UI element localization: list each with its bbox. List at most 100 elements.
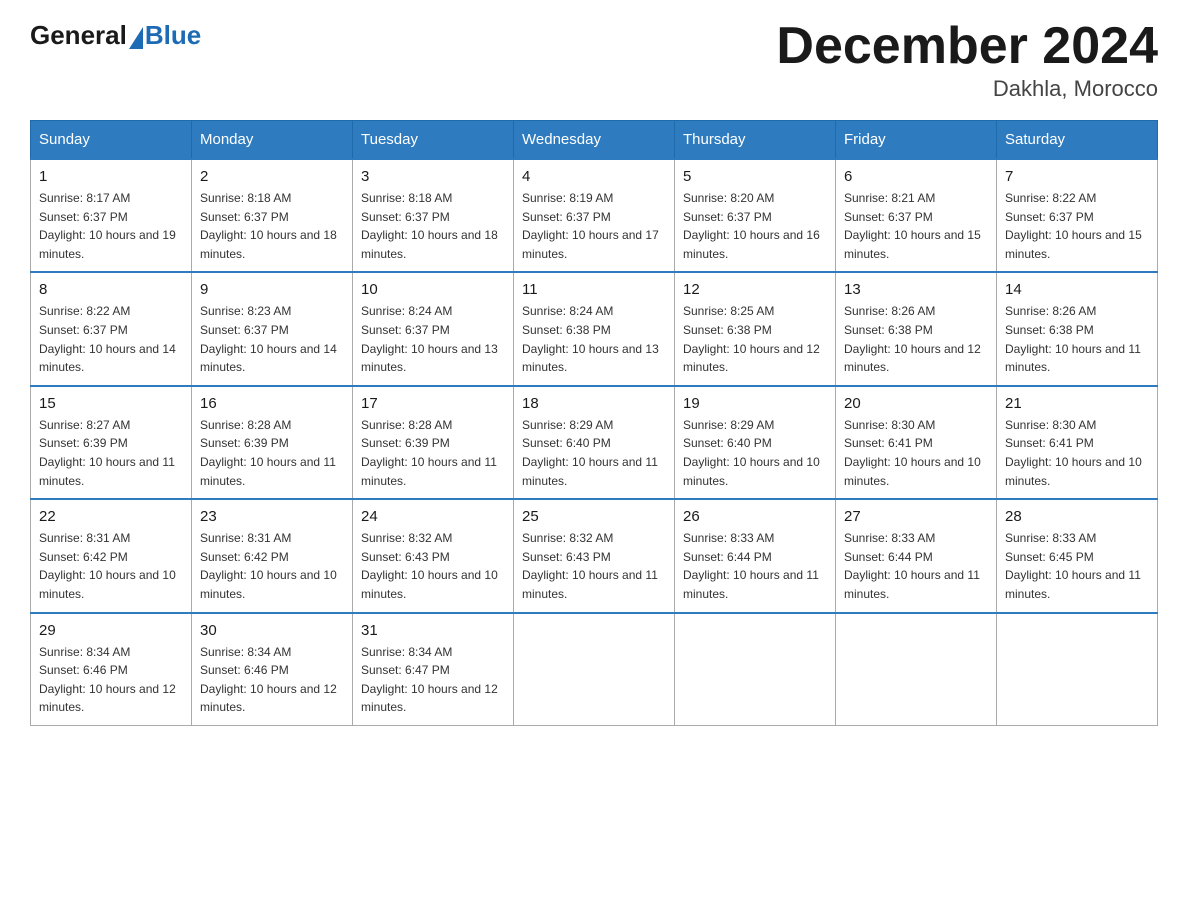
day-number: 11	[522, 281, 666, 298]
day-number: 8	[39, 281, 183, 298]
calendar-cell: 9 Sunrise: 8:23 AMSunset: 6:37 PMDayligh…	[192, 272, 353, 385]
calendar-cell: 13 Sunrise: 8:26 AMSunset: 6:38 PMDaylig…	[836, 272, 997, 385]
day-number: 15	[39, 395, 183, 412]
day-number: 31	[361, 622, 505, 639]
calendar-week-row: 1 Sunrise: 8:17 AMSunset: 6:37 PMDayligh…	[31, 159, 1158, 272]
day-info: Sunrise: 8:22 AMSunset: 6:37 PMDaylight:…	[39, 302, 183, 376]
day-number: 22	[39, 508, 183, 525]
day-number: 27	[844, 508, 988, 525]
day-info: Sunrise: 8:24 AMSunset: 6:38 PMDaylight:…	[522, 302, 666, 376]
logo: General Blue	[30, 20, 201, 51]
day-info: Sunrise: 8:29 AMSunset: 6:40 PMDaylight:…	[683, 416, 827, 490]
day-info: Sunrise: 8:19 AMSunset: 6:37 PMDaylight:…	[522, 189, 666, 263]
calendar-cell: 10 Sunrise: 8:24 AMSunset: 6:37 PMDaylig…	[353, 272, 514, 385]
day-info: Sunrise: 8:33 AMSunset: 6:44 PMDaylight:…	[844, 529, 988, 603]
location-title: Dakhla, Morocco	[776, 76, 1158, 102]
calendar-cell: 5 Sunrise: 8:20 AMSunset: 6:37 PMDayligh…	[675, 159, 836, 272]
day-number: 4	[522, 168, 666, 185]
title-block: December 2024 Dakhla, Morocco	[776, 20, 1158, 102]
day-number: 25	[522, 508, 666, 525]
day-info: Sunrise: 8:28 AMSunset: 6:39 PMDaylight:…	[361, 416, 505, 490]
calendar-cell: 11 Sunrise: 8:24 AMSunset: 6:38 PMDaylig…	[514, 272, 675, 385]
day-number: 17	[361, 395, 505, 412]
day-info: Sunrise: 8:26 AMSunset: 6:38 PMDaylight:…	[1005, 302, 1149, 376]
calendar-cell	[836, 613, 997, 726]
calendar-cell: 24 Sunrise: 8:32 AMSunset: 6:43 PMDaylig…	[353, 499, 514, 612]
day-number: 3	[361, 168, 505, 185]
day-info: Sunrise: 8:29 AMSunset: 6:40 PMDaylight:…	[522, 416, 666, 490]
calendar-cell: 19 Sunrise: 8:29 AMSunset: 6:40 PMDaylig…	[675, 386, 836, 499]
day-info: Sunrise: 8:34 AMSunset: 6:46 PMDaylight:…	[200, 643, 344, 717]
calendar-cell: 23 Sunrise: 8:31 AMSunset: 6:42 PMDaylig…	[192, 499, 353, 612]
day-number: 21	[1005, 395, 1149, 412]
day-info: Sunrise: 8:28 AMSunset: 6:39 PMDaylight:…	[200, 416, 344, 490]
calendar-cell: 15 Sunrise: 8:27 AMSunset: 6:39 PMDaylig…	[31, 386, 192, 499]
calendar-week-row: 22 Sunrise: 8:31 AMSunset: 6:42 PMDaylig…	[31, 499, 1158, 612]
day-header-monday: Monday	[192, 121, 353, 160]
day-number: 30	[200, 622, 344, 639]
day-number: 28	[1005, 508, 1149, 525]
day-info: Sunrise: 8:32 AMSunset: 6:43 PMDaylight:…	[522, 529, 666, 603]
day-number: 6	[844, 168, 988, 185]
logo-blue-text: Blue	[145, 20, 201, 51]
day-number: 20	[844, 395, 988, 412]
day-info: Sunrise: 8:22 AMSunset: 6:37 PMDaylight:…	[1005, 189, 1149, 263]
page-header: General Blue December 2024 Dakhla, Moroc…	[30, 20, 1158, 102]
day-number: 9	[200, 281, 344, 298]
calendar-cell: 12 Sunrise: 8:25 AMSunset: 6:38 PMDaylig…	[675, 272, 836, 385]
calendar-cell: 27 Sunrise: 8:33 AMSunset: 6:44 PMDaylig…	[836, 499, 997, 612]
day-number: 18	[522, 395, 666, 412]
day-number: 12	[683, 281, 827, 298]
logo-triangle-icon	[129, 27, 143, 49]
day-header-sunday: Sunday	[31, 121, 192, 160]
day-info: Sunrise: 8:17 AMSunset: 6:37 PMDaylight:…	[39, 189, 183, 263]
day-header-saturday: Saturday	[997, 121, 1158, 160]
day-header-wednesday: Wednesday	[514, 121, 675, 160]
day-number: 10	[361, 281, 505, 298]
day-number: 19	[683, 395, 827, 412]
calendar-cell: 3 Sunrise: 8:18 AMSunset: 6:37 PMDayligh…	[353, 159, 514, 272]
day-header-thursday: Thursday	[675, 121, 836, 160]
day-info: Sunrise: 8:23 AMSunset: 6:37 PMDaylight:…	[200, 302, 344, 376]
calendar-cell: 8 Sunrise: 8:22 AMSunset: 6:37 PMDayligh…	[31, 272, 192, 385]
day-info: Sunrise: 8:31 AMSunset: 6:42 PMDaylight:…	[39, 529, 183, 603]
calendar-week-row: 8 Sunrise: 8:22 AMSunset: 6:37 PMDayligh…	[31, 272, 1158, 385]
calendar-cell: 6 Sunrise: 8:21 AMSunset: 6:37 PMDayligh…	[836, 159, 997, 272]
calendar-cell: 21 Sunrise: 8:30 AMSunset: 6:41 PMDaylig…	[997, 386, 1158, 499]
calendar-cell: 7 Sunrise: 8:22 AMSunset: 6:37 PMDayligh…	[997, 159, 1158, 272]
calendar-cell: 14 Sunrise: 8:26 AMSunset: 6:38 PMDaylig…	[997, 272, 1158, 385]
calendar-cell	[997, 613, 1158, 726]
day-info: Sunrise: 8:31 AMSunset: 6:42 PMDaylight:…	[200, 529, 344, 603]
day-number: 29	[39, 622, 183, 639]
day-number: 13	[844, 281, 988, 298]
calendar-week-row: 29 Sunrise: 8:34 AMSunset: 6:46 PMDaylig…	[31, 613, 1158, 726]
calendar-table: SundayMondayTuesdayWednesdayThursdayFrid…	[30, 120, 1158, 726]
day-number: 7	[1005, 168, 1149, 185]
calendar-cell: 17 Sunrise: 8:28 AMSunset: 6:39 PMDaylig…	[353, 386, 514, 499]
day-number: 1	[39, 168, 183, 185]
calendar-cell: 20 Sunrise: 8:30 AMSunset: 6:41 PMDaylig…	[836, 386, 997, 499]
calendar-cell: 18 Sunrise: 8:29 AMSunset: 6:40 PMDaylig…	[514, 386, 675, 499]
calendar-cell: 30 Sunrise: 8:34 AMSunset: 6:46 PMDaylig…	[192, 613, 353, 726]
logo-general-text: General	[30, 20, 127, 51]
calendar-cell: 29 Sunrise: 8:34 AMSunset: 6:46 PMDaylig…	[31, 613, 192, 726]
month-title: December 2024	[776, 20, 1158, 72]
day-number: 24	[361, 508, 505, 525]
day-number: 5	[683, 168, 827, 185]
day-info: Sunrise: 8:27 AMSunset: 6:39 PMDaylight:…	[39, 416, 183, 490]
day-number: 26	[683, 508, 827, 525]
calendar-cell: 16 Sunrise: 8:28 AMSunset: 6:39 PMDaylig…	[192, 386, 353, 499]
day-header-friday: Friday	[836, 121, 997, 160]
calendar-cell: 1 Sunrise: 8:17 AMSunset: 6:37 PMDayligh…	[31, 159, 192, 272]
day-info: Sunrise: 8:32 AMSunset: 6:43 PMDaylight:…	[361, 529, 505, 603]
day-info: Sunrise: 8:30 AMSunset: 6:41 PMDaylight:…	[844, 416, 988, 490]
day-info: Sunrise: 8:26 AMSunset: 6:38 PMDaylight:…	[844, 302, 988, 376]
day-info: Sunrise: 8:25 AMSunset: 6:38 PMDaylight:…	[683, 302, 827, 376]
calendar-cell: 25 Sunrise: 8:32 AMSunset: 6:43 PMDaylig…	[514, 499, 675, 612]
calendar-cell: 22 Sunrise: 8:31 AMSunset: 6:42 PMDaylig…	[31, 499, 192, 612]
calendar-cell	[675, 613, 836, 726]
calendar-cell: 4 Sunrise: 8:19 AMSunset: 6:37 PMDayligh…	[514, 159, 675, 272]
calendar-cell: 31 Sunrise: 8:34 AMSunset: 6:47 PMDaylig…	[353, 613, 514, 726]
day-info: Sunrise: 8:33 AMSunset: 6:45 PMDaylight:…	[1005, 529, 1149, 603]
calendar-cell: 26 Sunrise: 8:33 AMSunset: 6:44 PMDaylig…	[675, 499, 836, 612]
